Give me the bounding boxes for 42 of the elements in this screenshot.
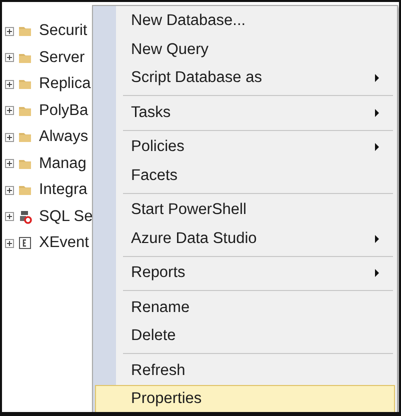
menu-item[interactable]: Facets — [95, 162, 395, 190]
submenu-arrow-icon — [374, 268, 380, 278]
folder-icon — [18, 183, 32, 198]
tree-node-label[interactable]: Always — [39, 128, 88, 146]
menu-item[interactable]: New Query — [95, 36, 395, 64]
tree-node-label[interactable]: XEvent — [39, 234, 89, 252]
menu-item[interactable]: Tasks — [95, 98, 395, 127]
extended-events-icon — [18, 236, 32, 250]
tree-node-label[interactable]: Server — [39, 48, 85, 67]
expand-toggle[interactable] — [5, 132, 14, 142]
tree-node-label[interactable]: Manag — [39, 154, 86, 173]
expand-toggle[interactable] — [5, 26, 14, 36]
submenu-arrow-icon — [374, 234, 380, 244]
menu-item[interactable]: Script Database as — [95, 64, 395, 92]
menu-item[interactable]: Properties — [95, 385, 395, 412]
expand-toggle[interactable] — [5, 80, 14, 89]
menu-item[interactable]: Azure Data Studio — [95, 224, 395, 253]
tree-node-label[interactable]: SQL Se — [39, 208, 93, 226]
menu-item[interactable]: Reports — [95, 259, 395, 288]
tree-node-label[interactable]: PolyBa — [39, 102, 88, 120]
menu-item[interactable]: Policies — [95, 133, 395, 162]
menu-item[interactable]: Refresh — [95, 356, 395, 385]
expand-toggle[interactable] — [5, 159, 14, 168]
submenu-arrow-icon — [374, 142, 380, 152]
menu-item[interactable]: Delete — [95, 322, 395, 350]
menu-item[interactable]: Rename — [95, 294, 395, 322]
expand-toggle[interactable] — [5, 238, 14, 248]
submenu-arrow-icon — [374, 108, 380, 118]
folder-icon — [18, 24, 32, 38]
expand-toggle[interactable] — [5, 53, 14, 62]
submenu-arrow-icon — [374, 73, 380, 84]
server-agent-icon — [18, 210, 32, 224]
expand-toggle[interactable] — [5, 186, 14, 195]
folder-icon — [18, 77, 32, 92]
tree-node-label[interactable]: Securit — [39, 22, 88, 40]
folder-icon — [18, 130, 32, 144]
expand-toggle[interactable] — [5, 212, 14, 222]
menu-item[interactable]: New Database... — [95, 7, 395, 36]
menu-item[interactable]: Start PowerShell — [95, 196, 395, 224]
expand-toggle[interactable] — [5, 106, 14, 116]
tree-node-label[interactable]: Replica — [39, 75, 91, 94]
tree-node-label[interactable]: Integra — [39, 181, 88, 200]
